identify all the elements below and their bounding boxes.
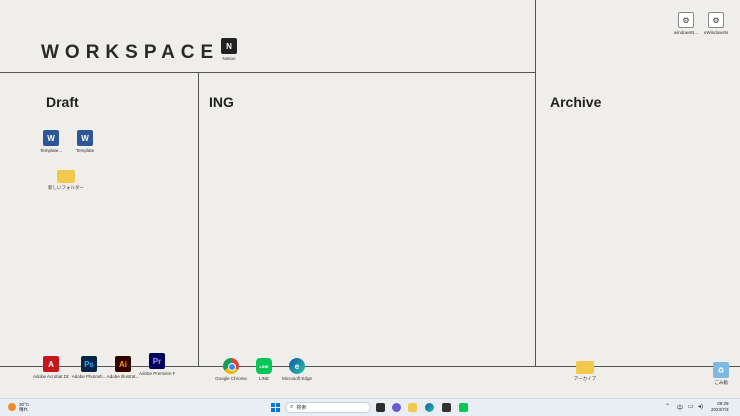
desktop-icon-line[interactable]: LINE LINE [246,358,282,381]
folder-icon [576,361,594,374]
tray-chevron-icon[interactable]: ⌃ [665,403,670,410]
word-doc-icon: W [77,130,93,146]
header-divider [0,72,536,73]
desktop-icon-template-2[interactable]: W Template [67,130,103,153]
file-explorer-icon[interactable] [408,403,417,412]
chrome-icon [223,358,239,374]
desktop-icon-illustrator[interactable]: Ai Adobe Illustrat... [105,356,141,379]
edge-icon: e [289,358,305,374]
search-placeholder: 検索 [296,405,307,411]
desktop-icon-new-folder[interactable]: 新しいフォルダー [48,170,84,190]
desktop-icon-shortcut-2[interactable]: ⚙ eWindowsN [698,12,734,35]
draft-ing-divider [198,72,199,366]
taskbar-search[interactable]: ⌕ 検索 [285,402,371,413]
desktop-icon-premiere[interactable]: Pr Adobe Premiere P... [139,353,175,376]
weather-desc: 晴れ [19,407,28,412]
archive-label: Archive [550,94,602,110]
task-view-icon[interactable] [376,403,385,412]
display-icon[interactable]: ▭ [688,403,694,410]
chat-icon[interactable] [392,403,401,412]
archive-divider [535,0,536,366]
desktop-icon-edge[interactable]: e Microsoft Edge [279,358,315,381]
desktop-icon-archive-folder[interactable]: アーカイブ [567,361,603,381]
line-taskbar-icon[interactable] [459,403,468,412]
desktop-icon-acrobat[interactable]: A Adobe Acrobat DC [33,356,69,379]
edge-taskbar-icon[interactable] [425,403,434,412]
shortcut-icon: ⚙ [708,12,724,28]
store-icon[interactable] [442,403,451,412]
search-icon: ⌕ [290,404,294,410]
taskbar: 30°C 晴れ ⌕ 検索 ⌃ 中 ▭ ◂) 09:29 2023/7/3 [0,398,740,416]
draft-label: Draft [46,94,79,110]
workspace-title: WORKSPACE [41,42,220,63]
ing-label: ING [209,94,234,110]
weather-widget[interactable]: 30°C 晴れ [8,402,29,412]
photoshop-icon: Ps [81,356,97,372]
illustrator-icon: Ai [115,356,131,372]
line-icon: LINE [256,358,272,374]
desktop-icon-chrome[interactable]: Google Chrome [213,358,249,381]
recycle-bin-icon: ♻ [713,362,729,378]
notion-icon: N [221,38,237,54]
clock[interactable]: 09:29 2023/7/3 [711,401,729,413]
acrobat-icon: A [43,356,59,372]
desktop-icon-recycle-bin[interactable]: ♻ ごみ箱 [703,362,739,385]
volume-icon[interactable]: ◂) [698,403,703,410]
start-button[interactable] [271,403,280,412]
desktop-icon-template-1[interactable]: W Template... [33,130,69,153]
sun-icon [8,403,16,411]
word-doc-icon: W [43,130,59,146]
folder-icon [57,170,75,183]
shortcut-icon: ⚙ [678,12,694,28]
ime-indicator[interactable]: 中 [677,403,683,412]
clock-date: 2023/7/3 [711,407,729,412]
desktop-icon-notion[interactable]: N Notion [211,38,247,61]
desktop-icon-photoshop[interactable]: Ps Adobe Photosh... [71,356,107,379]
premiere-icon: Pr [149,353,165,369]
